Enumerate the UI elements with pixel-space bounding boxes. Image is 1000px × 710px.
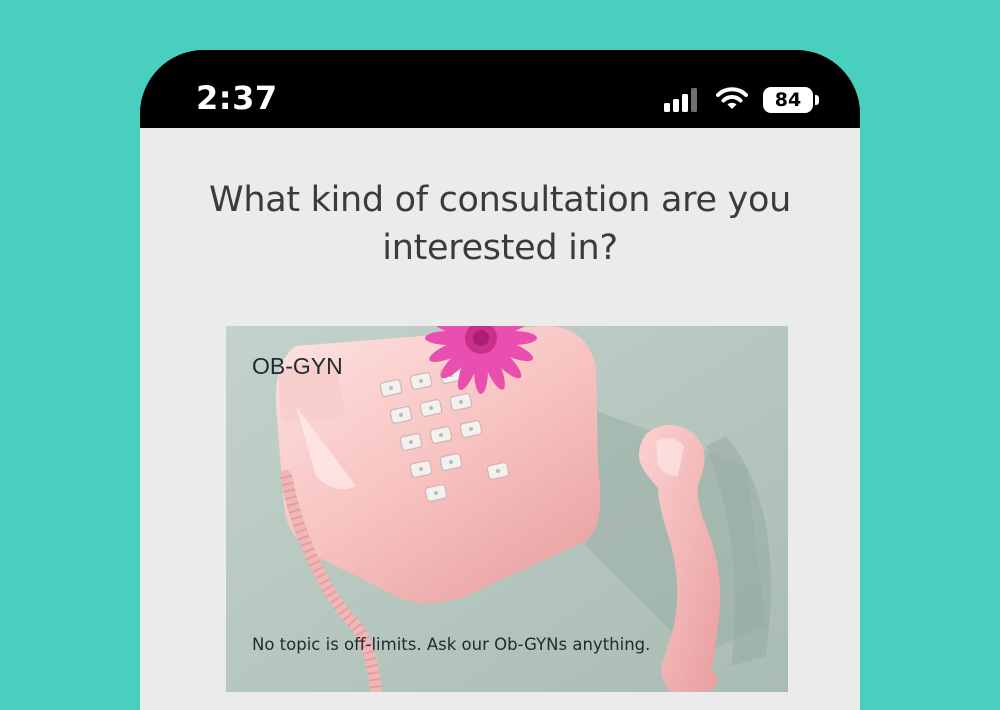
screen: What kind of consultation are you intere… <box>140 128 860 710</box>
status-bar: 2:37 84 <box>140 50 860 128</box>
option-title: OB-GYN <box>252 353 343 379</box>
phone-frame: 2:37 84 What kind of consultation are yo… <box>140 50 860 710</box>
battery-level: 84 <box>774 89 802 111</box>
question-title: What kind of consultation are you intere… <box>209 180 791 268</box>
battery-tip <box>815 95 819 105</box>
status-time: 2:37 <box>196 79 278 117</box>
option-description: No topic is off-limits. Ask our Ob-GYNs … <box>252 635 651 654</box>
cellular-signal-icon <box>664 88 697 112</box>
battery-icon: 84 <box>763 87 813 113</box>
option-card-ob-gyn[interactable]: OB-GYN No topic is off-limits. Ask our O… <box>226 326 788 692</box>
wifi-icon <box>716 87 748 109</box>
